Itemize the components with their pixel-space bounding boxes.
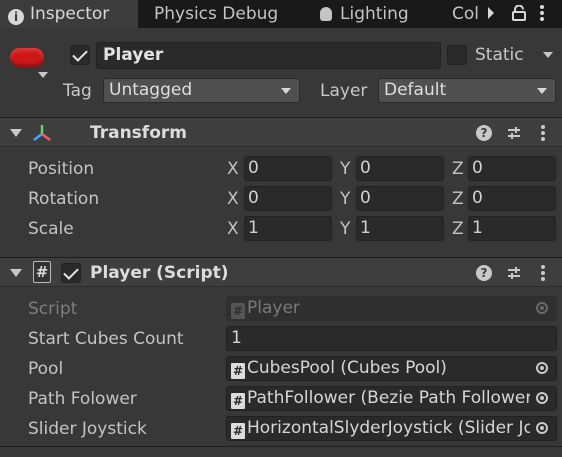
- tab-lighting-label: Lighting: [340, 4, 409, 24]
- static-checkbox[interactable]: [447, 45, 467, 65]
- lock-icon[interactable]: [512, 4, 526, 21]
- scale-y-field[interactable]: 1: [356, 216, 444, 241]
- tag-dropdown[interactable]: Untagged: [103, 78, 300, 103]
- path-folower-reference-field[interactable]: # PathFollower (Bezie Path Follower): [226, 386, 557, 411]
- lightbulb-icon: [320, 7, 332, 21]
- tab-lighting[interactable]: Lighting: [320, 0, 409, 28]
- layer-dropdown-value: Default: [384, 80, 447, 100]
- scale-x-axis-label[interactable]: X: [227, 217, 239, 241]
- tab-physics-debug-label: Physics Debug: [154, 4, 279, 24]
- scale-y-axis-label[interactable]: Y: [340, 217, 350, 241]
- player-script-header[interactable]: # Player (Script) ?: [0, 257, 562, 287]
- slider-joystick-label: Slider Joystick: [28, 419, 147, 439]
- icon-dropdown-arrow-icon[interactable]: [38, 72, 48, 78]
- layer-dropdown[interactable]: Default: [378, 78, 556, 103]
- tab-inspector[interactable]: i Inspector: [0, 0, 138, 28]
- pool-reference-value: CubesPool (Cubes Pool): [247, 358, 447, 378]
- script-hash-icon: #: [231, 363, 245, 379]
- layer-label: Layer: [320, 81, 368, 101]
- pool-label: Pool: [28, 359, 64, 379]
- position-z-axis-label[interactable]: Z: [452, 157, 464, 181]
- rotation-y-field[interactable]: 0: [356, 186, 444, 211]
- transform-title: Transform: [90, 123, 187, 143]
- object-name-field[interactable]: Player: [96, 42, 441, 69]
- object-picker-icon[interactable]: [530, 357, 556, 380]
- active-checkbox[interactable]: [70, 45, 90, 65]
- position-y-axis-label[interactable]: Y: [340, 157, 350, 181]
- pool-reference-field[interactable]: # CubesPool (Cubes Pool): [226, 356, 557, 381]
- rotation-label: Rotation: [28, 189, 100, 209]
- path-folower-label: Path Folower: [28, 389, 137, 409]
- tab-scroll-right-icon[interactable]: [486, 6, 500, 22]
- position-y-field[interactable]: 0: [356, 156, 444, 181]
- help-icon[interactable]: ?: [476, 265, 492, 281]
- script-label: Script: [28, 299, 78, 319]
- capsule-icon[interactable]: [10, 48, 44, 67]
- tag-label: Tag: [63, 81, 92, 101]
- tab-bar: i Inspector Physics Debug Lighting Col: [0, 0, 562, 28]
- player-script-title: Player (Script): [90, 263, 229, 283]
- start-cubes-count-label: Start Cubes Count: [28, 329, 184, 349]
- rotation-z-field[interactable]: 0: [468, 186, 556, 211]
- position-label: Position: [28, 159, 95, 179]
- script-hash-icon: #: [231, 303, 245, 319]
- path-folower-reference-value: PathFollower (Bezie Path Follower): [247, 388, 539, 408]
- rotation-x-axis-label[interactable]: X: [227, 187, 239, 211]
- object-picker-icon[interactable]: [530, 387, 556, 410]
- start-cubes-count-field[interactable]: 1: [226, 326, 557, 351]
- static-label: Static: [475, 45, 524, 65]
- rotation-y-axis-label[interactable]: Y: [340, 187, 350, 211]
- component-menu-icon[interactable]: [539, 264, 547, 282]
- foldout-arrow-icon[interactable]: [10, 269, 22, 277]
- scale-z-field[interactable]: 1: [468, 216, 556, 241]
- component-menu-icon[interactable]: [539, 124, 547, 142]
- chevron-down-icon: [281, 88, 291, 94]
- chevron-down-icon: [537, 88, 547, 94]
- scale-z-axis-label[interactable]: Z: [452, 217, 464, 241]
- transform-header[interactable]: Transform ?: [0, 117, 562, 147]
- object-picker-icon[interactable]: [530, 417, 556, 440]
- script-hash-icon: #: [231, 423, 245, 439]
- position-x-field[interactable]: 0: [244, 156, 332, 181]
- foldout-arrow-icon[interactable]: [10, 129, 22, 137]
- position-z-field[interactable]: 0: [468, 156, 556, 181]
- rotation-z-axis-label[interactable]: Z: [452, 187, 464, 211]
- object-picker-icon: [530, 297, 556, 320]
- component-divider: [0, 446, 562, 457]
- static-dropdown-arrow-icon[interactable]: [543, 52, 553, 58]
- info-icon: i: [8, 9, 24, 25]
- presets-icon[interactable]: [506, 125, 522, 141]
- tab-col[interactable]: Col: [452, 0, 482, 28]
- script-reference-value: Player: [247, 298, 300, 318]
- slider-joystick-reference-value: HorizontalSlyderJoystick (Slider Joystic…: [247, 418, 557, 438]
- tab-physics-debug[interactable]: Physics Debug: [154, 0, 278, 28]
- transform-axes-icon: [30, 123, 54, 143]
- slider-joystick-reference-field[interactable]: # HorizontalSlyderJoystick (Slider Joysti…: [226, 416, 557, 441]
- tab-col-label: Col: [452, 4, 479, 24]
- rotation-x-field[interactable]: 0: [244, 186, 332, 211]
- tab-inspector-label: Inspector: [30, 4, 110, 24]
- script-reference-field: # Player: [226, 296, 557, 321]
- script-hash-icon: #: [33, 261, 51, 283]
- tag-dropdown-value: Untagged: [109, 80, 193, 100]
- presets-icon[interactable]: [506, 265, 522, 281]
- scale-x-field[interactable]: 1: [244, 216, 332, 241]
- scale-label: Scale: [28, 219, 74, 239]
- help-icon[interactable]: ?: [476, 125, 492, 141]
- position-x-axis-label[interactable]: X: [227, 157, 239, 181]
- tab-menu-icon[interactable]: [538, 4, 546, 22]
- script-enabled-checkbox[interactable]: [61, 263, 81, 283]
- script-hash-icon: #: [231, 393, 245, 409]
